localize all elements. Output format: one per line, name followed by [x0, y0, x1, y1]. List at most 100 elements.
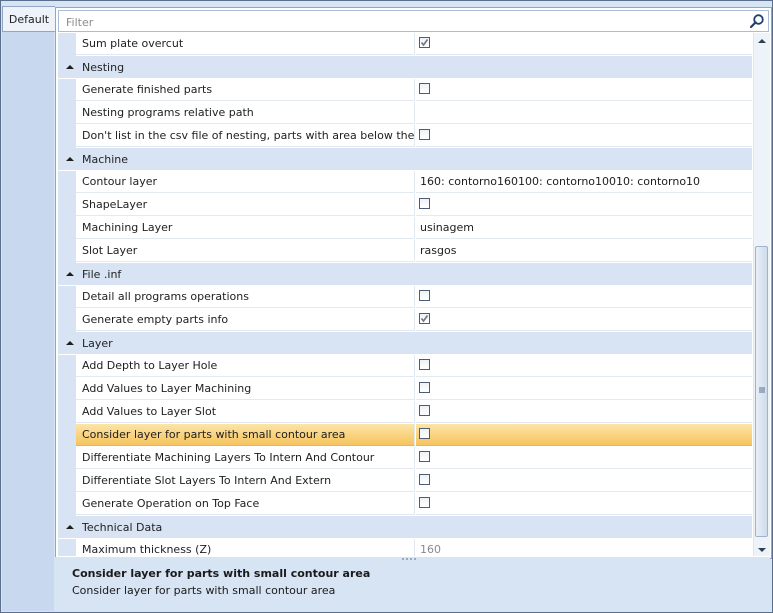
- property-row[interactable]: Don't list in the csv file of nesting, p…: [58, 125, 752, 148]
- help-description: Consider layer for parts with small cont…: [72, 584, 336, 597]
- property-value: [416, 355, 752, 377]
- property-row-selected[interactable]: Consider layer for parts with small cont…: [58, 424, 752, 447]
- property-name: Generate Operation on Top Face: [76, 493, 415, 515]
- chevron-up-icon[interactable]: [64, 269, 76, 279]
- category-label: File .inf: [82, 268, 122, 281]
- property-name: Sum plate overcut: [76, 33, 415, 55]
- checkbox[interactable]: [419, 313, 430, 324]
- checkbox[interactable]: [419, 382, 430, 393]
- property-value[interactable]: rasgos: [416, 240, 752, 262]
- checkbox[interactable]: [419, 83, 430, 94]
- checkbox[interactable]: [419, 129, 430, 140]
- chevron-up-icon[interactable]: [64, 522, 76, 532]
- property-row[interactable]: Machining Layer usinagem: [58, 217, 752, 240]
- property-name: ShapeLayer: [76, 194, 415, 216]
- property-value: [416, 447, 752, 469]
- property-name: Machining Layer: [76, 217, 415, 239]
- property-value: [416, 79, 752, 101]
- property-value[interactable]: 160: contorno160100: contorno10010: cont…: [416, 171, 752, 193]
- property-name: Maximum thickness (Z): [76, 539, 415, 556]
- property-value: [416, 378, 752, 400]
- checkbox[interactable]: [419, 198, 430, 209]
- checkbox[interactable]: [419, 359, 430, 370]
- help-panel: Consider layer for parts with small cont…: [55, 561, 770, 610]
- checkbox[interactable]: [419, 451, 430, 462]
- property-row[interactable]: Contour layer 160: contorno160100: conto…: [58, 171, 752, 194]
- category-technical-data[interactable]: Technical Data: [58, 516, 752, 539]
- property-name: Differentiate Machining Layers To Intern…: [76, 447, 415, 469]
- property-value: [416, 194, 752, 216]
- property-value[interactable]: [416, 102, 752, 124]
- checkbox[interactable]: [419, 474, 430, 485]
- property-row[interactable]: Add Values to Layer Machining: [58, 378, 752, 401]
- property-row[interactable]: Add Depth to Layer Hole: [58, 355, 752, 378]
- property-grid: Sum plate overcut Nesting Generate finis…: [55, 7, 772, 559]
- property-name: Generate finished parts: [76, 79, 415, 101]
- property-row[interactable]: Add Values to Layer Slot: [58, 401, 752, 424]
- property-value: [416, 470, 752, 492]
- checkbox[interactable]: [419, 428, 430, 439]
- search-icon[interactable]: [749, 13, 765, 29]
- scrollbar-thumb[interactable]: [755, 246, 768, 537]
- property-value[interactable]: usinagem: [416, 217, 752, 239]
- property-value: [416, 401, 752, 423]
- property-row[interactable]: Differentiate Slot Layers To Intern And …: [58, 470, 752, 493]
- check-icon: [420, 315, 429, 323]
- property-row[interactable]: Sum plate overcut: [58, 33, 752, 56]
- category-file-inf[interactable]: File .inf: [58, 263, 752, 286]
- property-row[interactable]: Differentiate Machining Layers To Intern…: [58, 447, 752, 470]
- checkbox[interactable]: [419, 405, 430, 416]
- checkbox[interactable]: [419, 290, 430, 301]
- property-rows: Sum plate overcut Nesting Generate finis…: [58, 33, 752, 556]
- tab-strip: [2, 31, 54, 611]
- checkbox[interactable]: [419, 37, 430, 48]
- tab-default[interactable]: Default: [2, 6, 55, 32]
- chevron-up-icon[interactable]: [64, 338, 76, 348]
- property-value: [416, 125, 752, 147]
- category-nesting[interactable]: Nesting: [58, 56, 752, 79]
- property-name: Add Values to Layer Machining: [76, 378, 415, 400]
- category-label: Layer: [82, 337, 113, 350]
- property-name: Slot Layer: [76, 240, 415, 262]
- property-row[interactable]: Nesting programs relative path: [58, 102, 752, 125]
- property-name: Add Values to Layer Slot: [76, 401, 415, 423]
- property-row[interactable]: Generate empty parts info: [58, 309, 752, 332]
- chevron-up-icon[interactable]: [64, 62, 76, 72]
- property-name: Generate empty parts info: [76, 309, 415, 331]
- check-icon: [420, 39, 429, 47]
- help-title: Consider layer for parts with small cont…: [72, 567, 371, 580]
- property-row[interactable]: Maximum thickness (Z) 160: [58, 539, 752, 556]
- property-row[interactable]: Detail all programs operations: [58, 286, 752, 309]
- chevron-up-icon[interactable]: [64, 154, 76, 164]
- category-label: Nesting: [82, 61, 125, 74]
- filter-bar: [58, 10, 769, 32]
- grip-icon: [759, 387, 765, 393]
- vertical-scrollbar[interactable]: [753, 33, 770, 556]
- property-name: Detail all programs operations: [76, 286, 415, 308]
- property-value: [416, 424, 752, 446]
- category-machine[interactable]: Machine: [58, 148, 752, 171]
- category-layer[interactable]: Layer: [58, 332, 752, 355]
- property-name: Add Depth to Layer Hole: [76, 355, 415, 377]
- tab-label: Default: [8, 12, 50, 26]
- property-name: Nesting programs relative path: [76, 102, 415, 124]
- property-row[interactable]: Slot Layer rasgos: [58, 240, 752, 263]
- property-name: Contour layer: [76, 171, 415, 193]
- property-row[interactable]: ShapeLayer: [58, 194, 752, 217]
- filter-input[interactable]: [64, 12, 738, 32]
- property-value: [416, 309, 752, 331]
- checkbox[interactable]: [419, 497, 430, 508]
- property-value: [416, 493, 752, 515]
- property-row[interactable]: Generate finished parts: [58, 79, 752, 102]
- property-value[interactable]: 160: [416, 539, 752, 556]
- property-value: [416, 33, 752, 55]
- category-label: Technical Data: [82, 521, 163, 534]
- property-value: [416, 286, 752, 308]
- property-name: Differentiate Slot Layers To Intern And …: [76, 470, 415, 492]
- category-label: Machine: [82, 153, 129, 166]
- property-row[interactable]: Generate Operation on Top Face: [58, 493, 752, 516]
- scroll-down-icon[interactable]: [757, 545, 767, 555]
- property-name: Don't list in the csv file of nesting, p…: [76, 125, 415, 147]
- scroll-up-icon[interactable]: [757, 36, 767, 46]
- property-name: Consider layer for parts with small cont…: [76, 424, 415, 446]
